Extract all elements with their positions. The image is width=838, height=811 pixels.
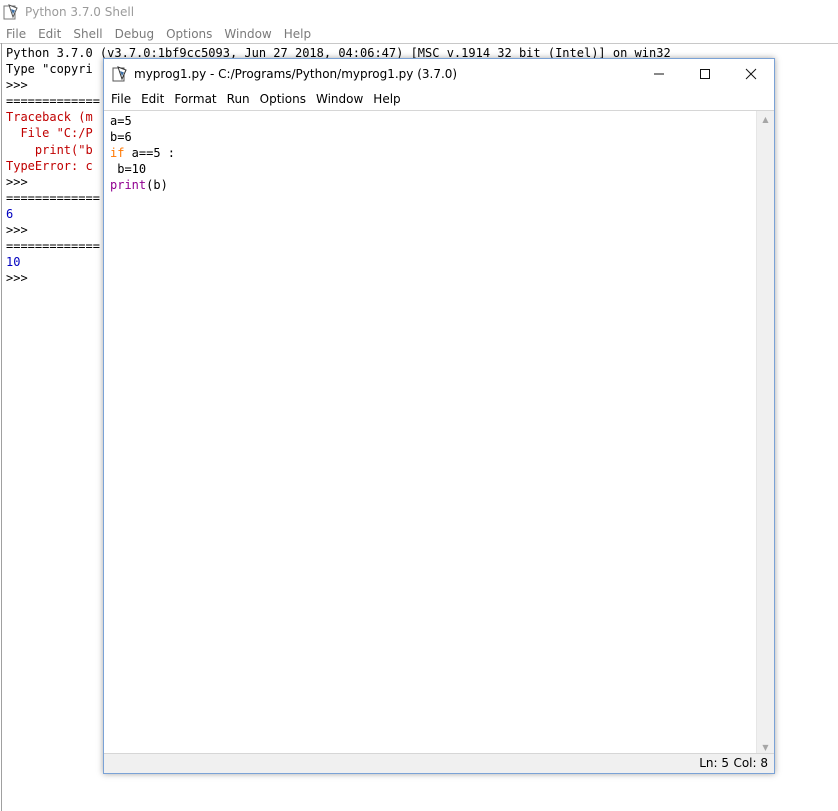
minimize-icon bbox=[654, 73, 664, 75]
editor-window: myprog1.py - C:/Programs/Python/myprog1.… bbox=[103, 58, 775, 774]
close-icon bbox=[745, 68, 757, 80]
code-text: b=6 bbox=[110, 130, 132, 145]
python-idle-icon bbox=[112, 66, 128, 82]
code-builtin: print bbox=[110, 178, 147, 193]
maximize-icon bbox=[700, 69, 710, 79]
editor-menu-run[interactable]: Run bbox=[222, 92, 255, 106]
shell-menu-help[interactable]: Help bbox=[278, 27, 317, 41]
editor-menu-edit[interactable]: Edit bbox=[136, 92, 169, 106]
editor-menu-bar: File Edit Format Run Options Window Help bbox=[104, 89, 774, 109]
status-line: Ln: 5 bbox=[699, 756, 729, 770]
code-text: a=5 bbox=[110, 114, 132, 128]
shell-title-bar: Python 3.7.0 Shell bbox=[0, 0, 838, 24]
shell-menu-bar: File Edit Shell Debug Options Window Help bbox=[0, 24, 838, 43]
shell-menu-window[interactable]: Window bbox=[218, 27, 277, 41]
code-text: a==5 : bbox=[124, 146, 176, 161]
maximize-button[interactable] bbox=[682, 59, 728, 89]
code-line: b=6 bbox=[110, 129, 756, 145]
status-bar: Ln: 5 Col: 8 bbox=[104, 753, 774, 773]
editor-menu-options[interactable]: Options bbox=[255, 92, 311, 106]
shell-menu-options[interactable]: Options bbox=[160, 27, 218, 41]
code-line: if a==5 : bbox=[110, 145, 756, 161]
editor-menu-file[interactable]: File bbox=[104, 92, 136, 106]
status-column: Col: 8 bbox=[733, 756, 768, 770]
shell-menu-debug[interactable]: Debug bbox=[109, 27, 160, 41]
close-button[interactable] bbox=[728, 59, 774, 89]
shell-menu-edit[interactable]: Edit bbox=[32, 27, 67, 41]
editor-menu-format[interactable]: Format bbox=[169, 92, 221, 106]
code-line: a=5 bbox=[110, 113, 756, 129]
editor-title-bar[interactable]: myprog1.py - C:/Programs/Python/myprog1.… bbox=[104, 59, 774, 89]
code-line: print(b) bbox=[110, 177, 756, 193]
shell-left-border bbox=[1, 43, 2, 811]
python-idle-icon bbox=[3, 4, 19, 20]
vertical-scrollbar[interactable]: ▲ ▼ bbox=[756, 111, 774, 755]
code-text: (b) bbox=[146, 178, 168, 193]
shell-menu-shell[interactable]: Shell bbox=[67, 27, 108, 41]
code-text: b=10 bbox=[110, 162, 147, 177]
shell-menu-file[interactable]: File bbox=[0, 27, 32, 41]
editor-title: myprog1.py - C:/Programs/Python/myprog1.… bbox=[134, 67, 458, 81]
shell-title: Python 3.7.0 Shell bbox=[25, 5, 135, 19]
code-keyword: if bbox=[110, 146, 125, 161]
editor-menu-window[interactable]: Window bbox=[311, 92, 368, 106]
code-line: b=10 bbox=[110, 161, 756, 177]
editor-text-area[interactable]: a=5 b=6 if a==5 : b=10 print(b) ▲ ▼ bbox=[104, 110, 774, 755]
editor-menu-help[interactable]: Help bbox=[368, 92, 405, 106]
code-editor[interactable]: a=5 b=6 if a==5 : b=10 print(b) bbox=[110, 113, 756, 193]
shell-divider bbox=[0, 43, 838, 44]
minimize-button[interactable] bbox=[636, 59, 682, 89]
scroll-up-icon[interactable]: ▲ bbox=[757, 111, 774, 127]
